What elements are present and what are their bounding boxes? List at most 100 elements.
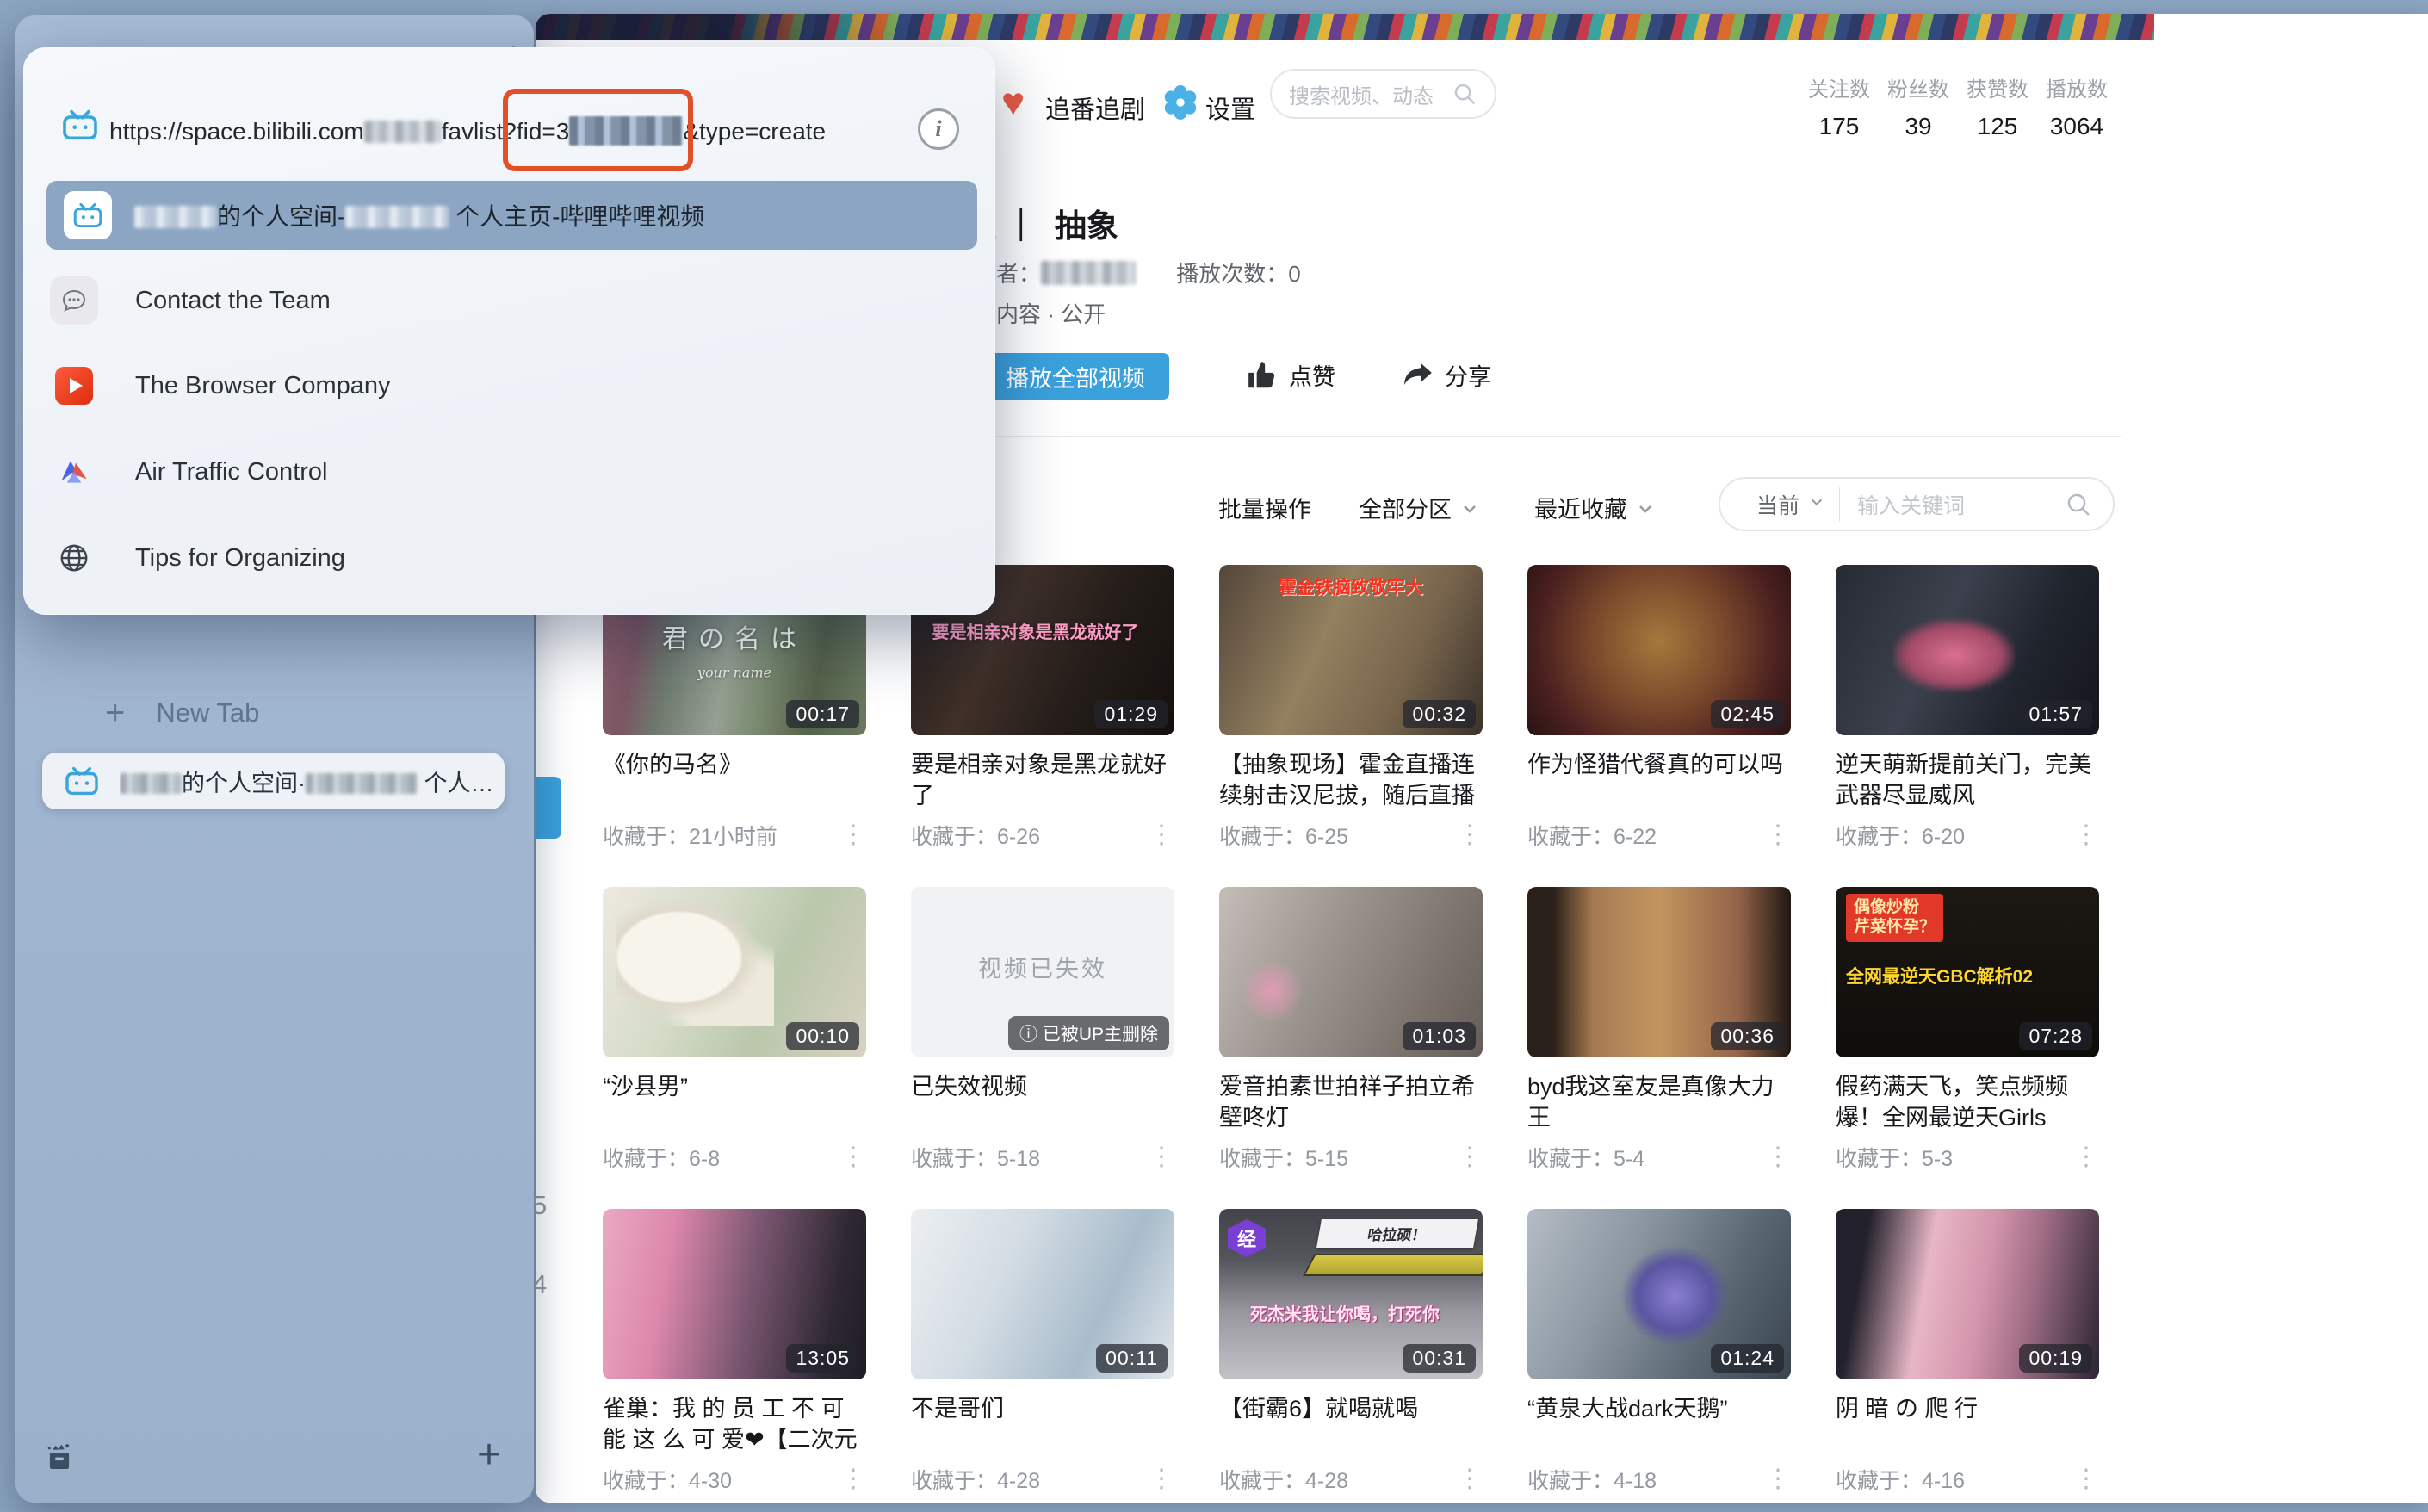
video-title[interactable]: 阴 暗 の 爬 行 (1836, 1393, 2099, 1424)
annotation-red-box: fid=3 (517, 116, 684, 146)
library-icon[interactable] (43, 1440, 76, 1477)
space-search-input[interactable]: 搜索视频、动态 (1270, 69, 1496, 119)
video-title[interactable]: 已失效视频 (911, 1071, 1174, 1102)
video-title[interactable]: 不是哥们 (911, 1393, 1174, 1424)
more-menu-icon[interactable]: ⋮ (1149, 1144, 1174, 1170)
video-card[interactable]: 01:57 逆天萌新提前关门，完美武器尽显威风 收藏于：6-20 ⋮ (1836, 565, 2099, 887)
video-meta-row: 收藏于：5-18 ⋮ (911, 1142, 1174, 1173)
new-space-plus-icon[interactable]: + (477, 1435, 501, 1476)
more-menu-icon[interactable]: ⋮ (1765, 1466, 1791, 1492)
suggestion-tips-organizing[interactable]: Tips for Organizing (49, 532, 962, 584)
stat-plays[interactable]: 播放数3064 (2037, 72, 2116, 140)
suggestion-contact-team[interactable]: Contact the Team (49, 275, 962, 326)
video-card[interactable]: 经哈拉硕！死杰米我让你喝，打死你00:31 【街霸6】就喝就喝 收藏于：4-28… (1219, 1209, 1483, 1512)
more-menu-icon[interactable]: ⋮ (1457, 1144, 1483, 1170)
scope-dropdown[interactable]: 当前 (1756, 489, 1799, 520)
video-thumbnail[interactable]: 00:11 (911, 1209, 1174, 1379)
video-thumbnail[interactable]: 00:10 (603, 887, 866, 1057)
more-menu-icon[interactable]: ⋮ (1765, 1144, 1791, 1170)
peek-blue-button (536, 777, 561, 839)
video-card[interactable]: 01:03 爱音拍素世拍祥子拍立希壁咚灯 收藏于：5-15 ⋮ (1219, 887, 1483, 1209)
more-menu-icon[interactable]: ⋮ (1457, 822, 1483, 848)
bilibili-tv-icon (64, 191, 112, 239)
video-title[interactable]: “沙县男” (603, 1071, 866, 1102)
more-menu-icon[interactable]: ⋮ (2073, 1466, 2099, 1492)
play-all-button[interactable]: 播放全部视频 (982, 353, 1169, 400)
video-thumbnail[interactable]: 01:03 (1219, 887, 1483, 1057)
category-filter-dropdown[interactable]: 全部分区 (1359, 491, 1479, 524)
duration-badge: 13:05 (786, 1344, 859, 1373)
video-thumbnail[interactable]: 00:19 (1836, 1209, 2099, 1379)
active-tab[interactable]: 的个人空间· 个人… (42, 753, 505, 809)
video-card[interactable]: 偶像炒粉 芹菜怀孕？全网最逆天GBC解析0207:28 假药满天飞，笑点频频爆！… (1836, 887, 2099, 1209)
follow-bangumi-button[interactable]: ♥ (1001, 82, 1025, 121)
suggestion-highlighted[interactable]: 的个人空间- 个人主页-哔哩哔哩视频 (46, 181, 977, 250)
more-menu-icon[interactable]: ⋮ (2073, 822, 2099, 848)
video-title[interactable]: 【街霸6】就喝就喝 (1219, 1393, 1483, 1424)
stat-likes[interactable]: 获赞数125 (1958, 72, 2037, 140)
video-thumbnail[interactable]: 经哈拉硕！死杰米我让你喝，打死你00:31 (1219, 1209, 1483, 1379)
more-menu-icon[interactable]: ⋮ (840, 822, 866, 848)
thumbnail-overlay-text: 要是相亲对象是黑龙就好了 (932, 623, 1153, 644)
video-title[interactable]: 《你的马名》 (603, 749, 866, 780)
suggestion-browser-company[interactable]: The Browser Company (49, 360, 962, 412)
video-title[interactable]: 假药满天飞，笑点频频爆！全网最逆天Girls Band Cry解析 (1836, 1071, 2099, 1135)
url-text[interactable]: https://space.bilibili.comfavlist?fid=3&… (109, 116, 826, 146)
favorited-date: 收藏于：4-28 (911, 1464, 1040, 1495)
more-menu-icon[interactable]: ⋮ (1149, 1466, 1174, 1492)
info-icon[interactable]: i (918, 108, 959, 150)
video-card[interactable]: 02:45 作为怪猎代餐真的可以吗 收藏于：6-22 ⋮ (1527, 565, 1791, 887)
video-title[interactable]: 作为怪猎代餐真的可以吗 (1527, 749, 1791, 780)
video-title[interactable]: “黄泉大战dark天鹅” (1527, 1393, 1791, 1424)
video-thumbnail[interactable]: 偶像炒粉 芹菜怀孕？全网最逆天GBC解析0207:28 (1836, 887, 2099, 1057)
video-thumbnail[interactable]: 视频已失效ⓘ 已被UP主删除 (911, 887, 1174, 1057)
video-card[interactable]: 00:36 byd我这室友是真像大力王 收藏于：5-4 ⋮ (1527, 887, 1791, 1209)
gear-icon[interactable] (1162, 84, 1199, 125)
video-thumbnail[interactable]: 02:45 (1527, 565, 1791, 735)
heart-icon: ♥ (1001, 79, 1025, 124)
more-menu-icon[interactable]: ⋮ (1149, 822, 1174, 848)
more-menu-icon[interactable]: ⋮ (840, 1466, 866, 1492)
keyword-search-box[interactable]: 当前 输入关键词 (1719, 477, 2115, 531)
video-thumbnail[interactable]: 01:57 (1836, 565, 2099, 735)
thumbnail-overlay-text: ⓘ 已被UP主删除 (1008, 1016, 1169, 1050)
video-title[interactable]: 【抽象现场】霍金直播连续射击汉尼拔，随后直播间被封 (1219, 749, 1483, 813)
thumbnail-overlay-text: 君の名は (662, 617, 807, 655)
video-title[interactable]: byd我这室友是真像大力王 (1527, 1071, 1791, 1133)
video-thumbnail[interactable]: 霍金铁脑致敬牢大00:32 (1219, 565, 1483, 735)
stat-fans[interactable]: 粉丝数39 (1879, 72, 1958, 140)
more-menu-icon[interactable]: ⋮ (2073, 1144, 2099, 1170)
settings-label[interactable]: 设置 (1205, 90, 1255, 126)
video-card[interactable]: 00:10 “沙县男” 收藏于：6-8 ⋮ (603, 887, 866, 1209)
video-card[interactable]: 霍金铁脑致敬牢大00:32 【抽象现场】霍金直播连续射击汉尼拔，随后直播间被封 … (1219, 565, 1483, 887)
sort-dropdown[interactable]: 最近收藏 (1534, 491, 1655, 524)
video-title[interactable]: 爱音拍素世拍祥子拍立希壁咚灯 (1219, 1071, 1483, 1133)
new-tab-label: New Tab (156, 697, 259, 728)
batch-actions-button[interactable]: 批量操作 (1218, 491, 1311, 524)
stat-follow[interactable]: 关注数175 (1799, 72, 1879, 140)
suggestion-air-traffic-control[interactable]: Air Traffic Control (49, 446, 962, 498)
video-card[interactable]: 13:05 雀巢：我 的 员 工 不 可 能 这 么 可 爱❤【二次元爆改 收藏… (603, 1209, 866, 1512)
new-tab-button[interactable]: + New Tab (105, 696, 259, 730)
more-menu-icon[interactable]: ⋮ (1457, 1466, 1483, 1492)
video-thumbnail[interactable]: 13:05 (603, 1209, 866, 1379)
video-thumbnail[interactable]: 01:24 (1527, 1209, 1791, 1379)
video-card[interactable]: 视频已失效ⓘ 已被UP主删除 已失效视频 收藏于：5-18 ⋮ (911, 887, 1174, 1209)
video-meta-row: 收藏于：6-8 ⋮ (603, 1142, 866, 1173)
video-thumbnail[interactable]: 00:36 (1527, 887, 1791, 1057)
video-title[interactable]: 要是相亲对象是黑龙就好了 (911, 749, 1174, 811)
video-card[interactable]: 00:11 不是哥们 收藏于：4-28 ⋮ (911, 1209, 1174, 1512)
more-menu-icon[interactable]: ⋮ (1765, 822, 1791, 848)
video-title[interactable]: 雀巢：我 的 员 工 不 可 能 这 么 可 爱❤【二次元爆改 (603, 1393, 866, 1457)
follow-bangumi-label[interactable]: 追番追剧 (1045, 90, 1145, 126)
thumbnail-overlay-text: 经 (1228, 1219, 1266, 1257)
video-title[interactable]: 逆天萌新提前关门，完美武器尽显威风 (1836, 749, 2099, 811)
video-card[interactable]: 00:19 阴 暗 の 爬 行 收藏于：4-16 ⋮ (1836, 1209, 2099, 1512)
share-button[interactable]: 分享 (1402, 358, 1491, 392)
keyword-input[interactable]: 输入关键词 (1857, 489, 2065, 520)
section-divider (996, 436, 2121, 437)
url-bar[interactable]: https://space.bilibili.comfavlist?fid=3&… (23, 47, 995, 177)
video-card[interactable]: 01:24 “黄泉大战dark天鹅” 收藏于：4-18 ⋮ (1527, 1209, 1791, 1512)
like-button[interactable]: 点赞 (1246, 358, 1335, 392)
more-menu-icon[interactable]: ⋮ (840, 1144, 866, 1170)
